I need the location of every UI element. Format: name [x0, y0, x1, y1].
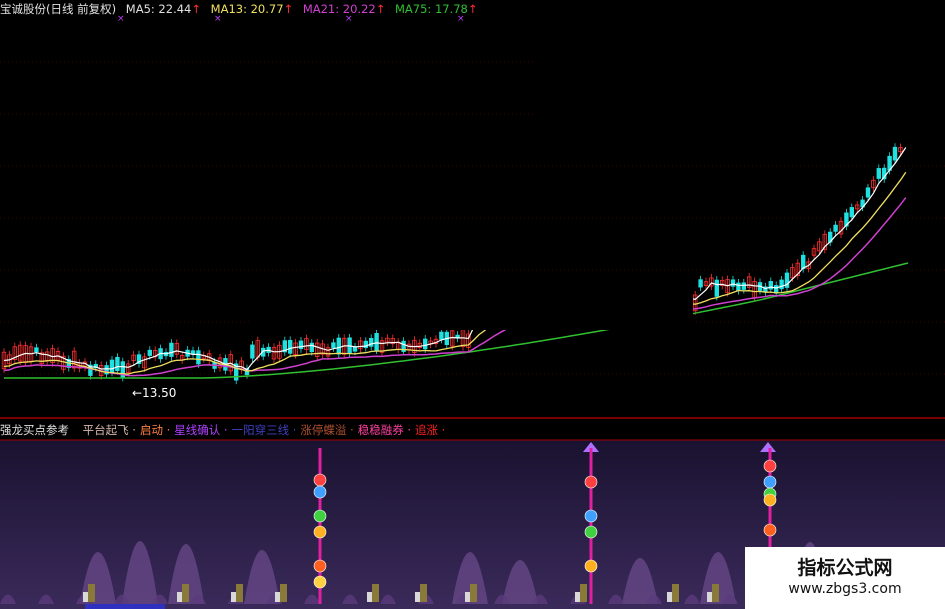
- watermark-title: 指标公式网: [797, 557, 893, 579]
- indicator-bar-light: [177, 592, 182, 602]
- candle-body: [892, 146, 898, 161]
- candle-body: [109, 359, 115, 373]
- chart-window: ←13.50 宝诚股份(日线 前复权) MA5: 22.44↑ MA13: 20…: [0, 0, 945, 609]
- candle-body: [196, 350, 201, 365]
- candle-body: [115, 356, 120, 372]
- candle-body: [849, 207, 854, 218]
- candle-body: [374, 333, 379, 351]
- candle-body: [169, 342, 174, 357]
- indicator-bar-light: [83, 592, 88, 602]
- signal-marker-icon: [584, 525, 598, 539]
- signal-marker-icon: [763, 523, 777, 537]
- signal-marker-icon: [313, 473, 327, 487]
- candle-body: [298, 340, 304, 350]
- candle-body: [736, 282, 741, 291]
- candle-body: [439, 331, 444, 340]
- candle-body: [730, 279, 736, 287]
- marker-ma21: ×: [345, 14, 353, 24]
- indicator-bar: [88, 584, 95, 602]
- indicator-bar: [672, 584, 679, 602]
- indicator-bar-light: [231, 592, 236, 602]
- signal-marker-icon: [584, 509, 598, 523]
- legend-item: 一阳穿三线 ·: [231, 423, 297, 437]
- indicator-bar: [420, 584, 427, 602]
- watermark-badge: 指标公式网 www.zbgs3.com: [745, 547, 945, 609]
- candle-body: [336, 337, 341, 355]
- indicator-bar: [372, 584, 379, 602]
- legend-item: 涨停蝶溢 ·: [300, 423, 354, 437]
- watermark-url: www.zbgs3.com: [788, 581, 902, 597]
- marker-ma13: ×: [214, 14, 222, 24]
- price-panel: ←13.50: [0, 0, 945, 418]
- indicator-bar: [182, 584, 189, 602]
- indicator-bar-light: [415, 592, 420, 602]
- indicator-bar-light: [575, 592, 580, 602]
- signal-marker-icon: [313, 485, 327, 499]
- candle-body: [774, 285, 779, 294]
- legend-item: 稳稳融券 ·: [357, 423, 412, 437]
- candle-body: [352, 346, 358, 352]
- low-price-label: ←13.50: [132, 386, 176, 400]
- signal-marker-icon: [763, 459, 777, 473]
- marker-ma75: ×: [457, 14, 465, 24]
- signal-marker-icon: [313, 525, 327, 539]
- candle-body: [309, 342, 314, 353]
- marker-ma5: ×: [117, 14, 125, 24]
- signal-marker-icon: [584, 475, 598, 489]
- legend-item: 平台起飞 ·: [82, 423, 136, 437]
- signal-marker-icon: [763, 475, 777, 489]
- indicator-bar: [580, 584, 587, 602]
- redaction-box-mid: [252, 278, 693, 330]
- candle-body: [779, 279, 784, 290]
- candle-body: [331, 342, 336, 349]
- indicator-legend: 强龙买点参考 平台起飞 · 启动 · 星线确认 · 一阳穿三线 · 涨停蝶溢 · 稳稳融券…: [0, 420, 453, 440]
- legend-item: 启动 ·: [139, 423, 171, 437]
- bottom-scrollbar[interactable]: [85, 604, 165, 609]
- indicator-bar-light: [667, 592, 672, 602]
- indicator-title: 强龙买点参考: [0, 423, 69, 437]
- candle-body: [714, 279, 719, 297]
- candle-body: [741, 282, 746, 290]
- signal-marker-icon: [313, 509, 327, 523]
- candle-body: [876, 168, 881, 179]
- candle-body: [833, 224, 838, 232]
- legend-item: 追涨 ·: [415, 423, 446, 437]
- signal-marker-icon: [313, 559, 327, 573]
- indicator-bar: [712, 584, 719, 602]
- chart-canvas: ←13.50: [0, 0, 945, 609]
- indicator-bar: [280, 584, 287, 602]
- candle-body: [147, 349, 152, 356]
- indicator-bar: [236, 584, 243, 602]
- candle-body: [801, 254, 806, 270]
- candle-body: [34, 347, 39, 353]
- indicator-bar-light: [707, 592, 712, 602]
- indicator-bar-light: [275, 592, 280, 602]
- legend-item: 星线确认 ·: [174, 423, 228, 437]
- candle-body: [865, 187, 871, 198]
- signal-marker-icon: [313, 575, 327, 589]
- candle-body: [698, 279, 703, 288]
- indicator-bar-light: [367, 592, 372, 602]
- candle-body: [368, 338, 374, 347]
- signal-marker-icon: [584, 559, 598, 573]
- candle-body: [250, 344, 255, 359]
- header-markers: × × × ×: [0, 14, 945, 24]
- candle-body: [422, 338, 428, 350]
- signal-marker-icon: [763, 493, 777, 507]
- indicator-bar: [470, 584, 477, 602]
- legend-items: 平台起飞 · 启动 · 星线确认 · 一阳穿三线 · 涨停蝶溢 · 稳稳融券 · 追涨 ·: [83, 423, 450, 437]
- indicator-bar-light: [465, 592, 470, 602]
- candle-body: [287, 339, 293, 354]
